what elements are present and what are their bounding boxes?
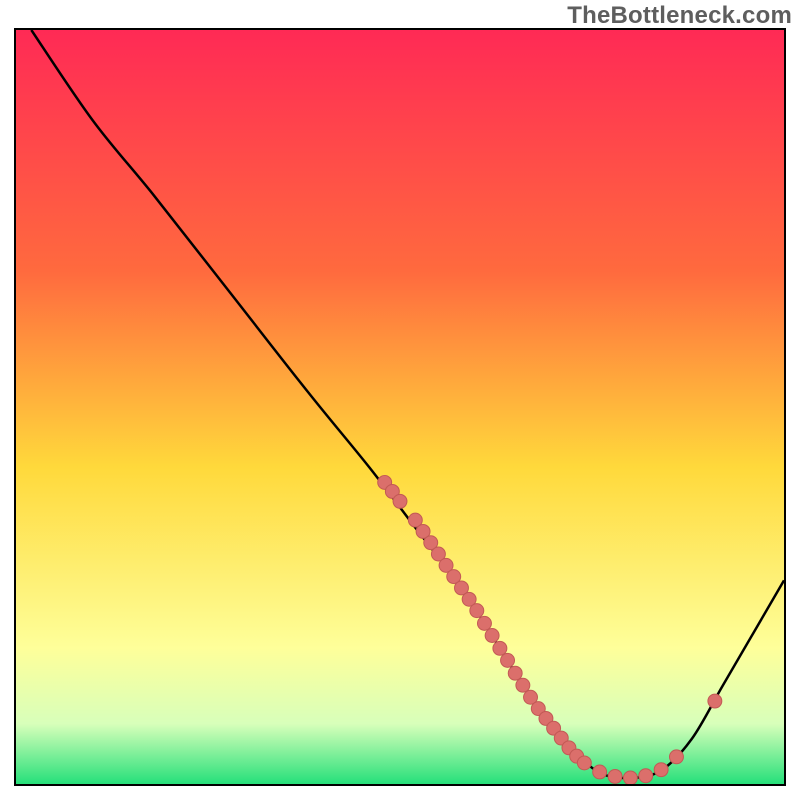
chart-svg (16, 30, 784, 784)
data-point (623, 771, 637, 784)
figure-container: TheBottleneck.com (0, 0, 800, 800)
watermark-text: TheBottleneck.com (567, 2, 792, 30)
data-point (639, 769, 653, 783)
data-point (477, 616, 491, 630)
chart-background (16, 30, 784, 784)
data-point (577, 756, 591, 770)
data-point (470, 604, 484, 618)
data-point (508, 666, 522, 680)
data-point (501, 653, 515, 667)
plot-area (14, 28, 786, 786)
data-point (708, 694, 722, 708)
data-point (485, 629, 499, 643)
data-point (669, 750, 683, 764)
data-point (654, 763, 668, 777)
data-point (608, 769, 622, 783)
data-point (593, 765, 607, 779)
data-point (493, 641, 507, 655)
data-point (393, 494, 407, 508)
data-point (516, 678, 530, 692)
